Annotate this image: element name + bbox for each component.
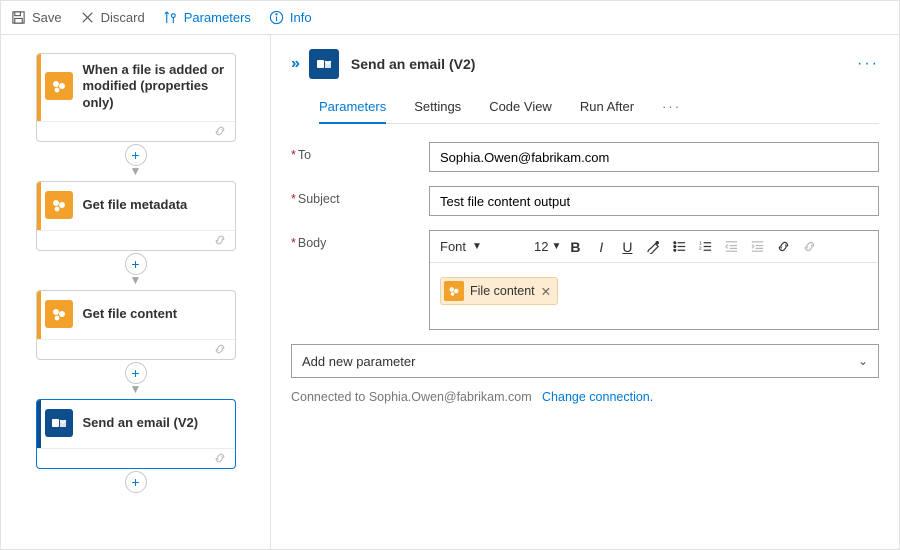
info-button[interactable]: Info (269, 10, 312, 25)
arrow-down-icon: ▼ (130, 165, 142, 177)
tab-settings[interactable]: Settings (414, 95, 461, 123)
indent-button[interactable] (745, 235, 769, 259)
flow-step-trigger[interactable]: When a file is added or modified (proper… (36, 53, 236, 142)
panel-title: Send an email (V2) (351, 56, 475, 72)
add-step-button[interactable]: + (125, 362, 147, 384)
top-toolbar: Save Discard Parameters Info (1, 1, 899, 35)
bold-button[interactable]: B (563, 235, 587, 259)
flow-step-label: Get file metadata (83, 197, 188, 213)
parameters-label: Parameters (184, 10, 251, 25)
arrow-down-icon: ▼ (130, 383, 142, 395)
tab-more[interactable]: ··· (662, 95, 681, 123)
details-panel: » Send an email (V2) ··· Parameters Sett… (271, 35, 899, 549)
app-root: Save Discard Parameters Info (0, 0, 900, 550)
discard-label: Discard (101, 10, 145, 25)
label-subject: *Subject (291, 186, 429, 206)
add-step-button[interactable]: + (125, 471, 147, 493)
font-dropdown[interactable]: Font ▼ (440, 239, 532, 254)
flow-step-label: Send an email (V2) (83, 415, 199, 431)
link-icon (213, 233, 227, 247)
link-icon (213, 342, 227, 356)
sharepoint-icon (45, 72, 73, 100)
add-parameter-label: Add new parameter (302, 354, 415, 369)
sharepoint-icon (45, 191, 73, 219)
parameters-form: *To *Subject *Body Font ▼ (291, 142, 879, 404)
connected-account: Sophia.Owen@fabrikam.com (369, 390, 532, 404)
sharepoint-icon (444, 281, 464, 301)
flow-connector: + (125, 471, 147, 493)
chevron-down-icon: ▼ (472, 241, 482, 252)
tab-codeview[interactable]: Code View (489, 95, 552, 123)
outlook-icon (45, 409, 73, 437)
subject-input[interactable] (429, 186, 879, 216)
body-input[interactable]: File content ✕ (430, 263, 878, 329)
connection-info: Connected to Sophia.Owen@fabrikam.com Ch… (291, 390, 879, 404)
arrow-down-icon: ▼ (130, 274, 142, 286)
flow-step-label: Get file content (83, 306, 178, 322)
flow-connector: + ▼ (125, 253, 147, 286)
token-label: File content (470, 284, 535, 298)
save-icon (11, 10, 26, 25)
tab-parameters[interactable]: Parameters (319, 95, 386, 124)
add-parameter-dropdown[interactable]: Add new parameter ⌄ (291, 344, 879, 378)
link-icon (213, 124, 227, 138)
flow-container: When a file is added or modified (proper… (21, 53, 250, 497)
tab-runafter[interactable]: Run After (580, 95, 634, 123)
fontsize-dropdown[interactable]: 12 ▼ (534, 239, 561, 254)
body-editor: Font ▼ 12 ▼ B I U (429, 230, 879, 330)
info-icon (269, 10, 284, 25)
collapse-panel-button[interactable]: » (291, 55, 297, 73)
panel-more-button[interactable]: ··· (857, 55, 879, 73)
chevron-down-icon: ⌄ (858, 354, 868, 368)
panel-tabs: Parameters Settings Code View Run After … (319, 95, 879, 124)
sharepoint-icon (45, 300, 73, 328)
fontcolor-button[interactable] (641, 235, 665, 259)
unlink-button[interactable] (797, 235, 821, 259)
parameters-button[interactable]: Parameters (163, 10, 251, 25)
to-input[interactable] (429, 142, 879, 172)
change-connection-link[interactable]: Change connection. (542, 390, 653, 404)
chevron-down-icon: ▼ (551, 241, 561, 252)
add-step-button[interactable]: + (125, 253, 147, 275)
outlook-icon (309, 49, 339, 79)
underline-button[interactable]: U (615, 235, 639, 259)
flow-step-content[interactable]: Get file content (36, 290, 236, 360)
panel-header: » Send an email (V2) ··· (291, 49, 879, 79)
flow-step-email[interactable]: Send an email (V2) (36, 399, 236, 469)
svg-text:2: 2 (699, 245, 702, 250)
discard-icon (80, 10, 95, 25)
link-button[interactable] (771, 235, 795, 259)
add-step-button[interactable]: + (125, 144, 147, 166)
info-label: Info (290, 10, 312, 25)
token-remove-button[interactable]: ✕ (541, 284, 551, 299)
label-body: *Body (291, 230, 429, 250)
main-split: When a file is added or modified (proper… (1, 35, 899, 549)
flow-connector: + ▼ (125, 144, 147, 177)
flow-sidebar: When a file is added or modified (proper… (1, 35, 271, 549)
label-to: *To (291, 142, 429, 162)
parameters-icon (163, 10, 178, 25)
bulletlist-button[interactable] (667, 235, 691, 259)
dynamic-content-token[interactable]: File content ✕ (440, 277, 558, 305)
numberlist-button[interactable]: 12 (693, 235, 717, 259)
italic-button[interactable]: I (589, 235, 613, 259)
save-label: Save (32, 10, 62, 25)
outdent-button[interactable] (719, 235, 743, 259)
flow-connector: + ▼ (125, 362, 147, 395)
flow-step-metadata[interactable]: Get file metadata (36, 181, 236, 251)
save-button[interactable]: Save (11, 10, 62, 25)
flow-step-label: When a file is added or modified (proper… (83, 62, 227, 111)
link-icon (213, 451, 227, 465)
editor-toolbar: Font ▼ 12 ▼ B I U (430, 231, 878, 263)
discard-button[interactable]: Discard (80, 10, 145, 25)
